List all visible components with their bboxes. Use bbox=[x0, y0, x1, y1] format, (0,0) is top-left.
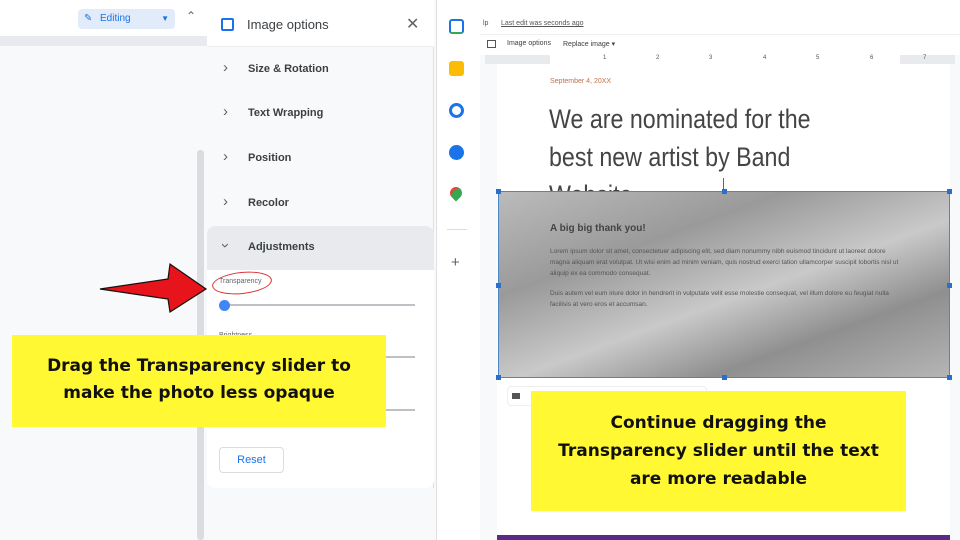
section-label: Position bbox=[248, 152, 292, 164]
section-adjustments[interactable]: › Adjustments bbox=[207, 226, 434, 270]
image-options-button[interactable]: Image options bbox=[507, 40, 551, 47]
reset-button[interactable]: Reset bbox=[219, 447, 284, 473]
ruler[interactable]: 1 2 3 4 5 6 7 bbox=[485, 55, 955, 64]
last-edit-link[interactable]: Last edit was seconds ago bbox=[501, 20, 584, 27]
panel-title: Image options bbox=[247, 17, 329, 32]
image-icon bbox=[221, 18, 234, 31]
section-position[interactable]: › Position bbox=[207, 137, 434, 181]
chevron-down-icon: › bbox=[217, 243, 234, 248]
resize-handle[interactable] bbox=[947, 375, 952, 380]
red-circle-annotation bbox=[211, 268, 273, 298]
section-label: Text Wrapping bbox=[248, 107, 324, 119]
section-label: Size & Rotation bbox=[248, 63, 329, 75]
calendar-icon[interactable] bbox=[449, 19, 464, 34]
section-label: Recolor bbox=[248, 197, 289, 209]
replace-image-button[interactable]: Replace image ▾ bbox=[563, 40, 615, 48]
resize-handle[interactable] bbox=[722, 375, 727, 380]
keep-icon[interactable] bbox=[449, 61, 464, 76]
right-screenshot: lp Last edit was seconds ago Image optio… bbox=[480, 0, 960, 540]
resize-handle[interactable] bbox=[496, 189, 501, 194]
image-paragraph: Lorem ipsum dolor sit amet, consectetuer… bbox=[550, 248, 899, 277]
ruler-tick: 5 bbox=[816, 55, 820, 61]
side-panel-icons: + bbox=[436, 0, 475, 540]
chevron-right-icon: › bbox=[223, 193, 228, 210]
ruler-tick: 4 bbox=[763, 55, 767, 61]
red-arrow-annotation bbox=[99, 262, 208, 314]
ruler-tick: 3 bbox=[709, 55, 713, 61]
left-screenshot: ✎ Editing ▼ ⌃ Image options ✕ › Size & Ro… bbox=[0, 0, 475, 540]
resize-handle[interactable] bbox=[947, 189, 952, 194]
resize-handle[interactable] bbox=[722, 189, 727, 194]
divider bbox=[447, 229, 467, 230]
transparency-slider-thumb[interactable] bbox=[219, 300, 230, 311]
chevron-right-icon: › bbox=[223, 148, 228, 165]
contacts-icon[interactable] bbox=[449, 145, 464, 160]
collapse-chevron-icon[interactable]: ⌃ bbox=[186, 9, 196, 23]
selected-image[interactable]: A big big thank you! Lorem ipsum dolor s… bbox=[496, 189, 952, 380]
tasks-icon[interactable] bbox=[449, 103, 464, 118]
image-heading: A big big thank you! bbox=[550, 223, 646, 234]
add-icon[interactable]: + bbox=[451, 254, 460, 271]
ruler-tick: 1 bbox=[603, 55, 607, 61]
chevron-right-icon: › bbox=[223, 103, 228, 120]
inline-wrap-icon[interactable] bbox=[512, 393, 520, 399]
section-text-wrapping[interactable]: › Text Wrapping bbox=[207, 92, 434, 136]
toolbar-strip bbox=[0, 36, 207, 46]
dropdown-arrow-icon: ▼ bbox=[161, 14, 169, 23]
footer-band bbox=[497, 535, 950, 540]
panel-header: Image options ✕ bbox=[207, 0, 434, 47]
maps-icon[interactable] bbox=[447, 184, 465, 202]
transparency-slider[interactable] bbox=[224, 304, 415, 306]
close-icon[interactable]: ✕ bbox=[406, 14, 419, 34]
instruction-callout: Continue dragging the Transparency slide… bbox=[531, 391, 906, 511]
instruction-callout: Drag the Transparency slider to make the… bbox=[12, 335, 386, 427]
resize-handle[interactable] bbox=[947, 283, 952, 288]
ruler-tick: 2 bbox=[656, 55, 660, 61]
chevron-right-icon: › bbox=[223, 59, 228, 76]
editing-mode-dropdown[interactable]: ✎ Editing ▼ bbox=[78, 9, 175, 29]
image-paragraph: Duis autem vel eum iriure dolor in hendr… bbox=[550, 290, 889, 308]
doc-date: September 4, 20XX bbox=[550, 78, 612, 85]
ruler-tick: 7 bbox=[923, 55, 927, 61]
section-recolor[interactable]: › Recolor bbox=[207, 182, 434, 226]
ruler-tick: 6 bbox=[870, 55, 874, 61]
image-toolbar: Image options Replace image ▾ bbox=[480, 35, 960, 55]
menu-help[interactable]: lp bbox=[483, 20, 488, 27]
section-label: Adjustments bbox=[248, 241, 315, 253]
section-size-rotation[interactable]: › Size & Rotation bbox=[207, 48, 434, 92]
doc-header: lp Last edit was seconds ago bbox=[480, 0, 960, 35]
resize-handle[interactable] bbox=[496, 283, 501, 288]
editing-label: Editing bbox=[100, 13, 131, 24]
pencil-icon: ✎ bbox=[84, 13, 93, 24]
image-icon[interactable] bbox=[487, 40, 496, 48]
resize-handle[interactable] bbox=[496, 375, 501, 380]
